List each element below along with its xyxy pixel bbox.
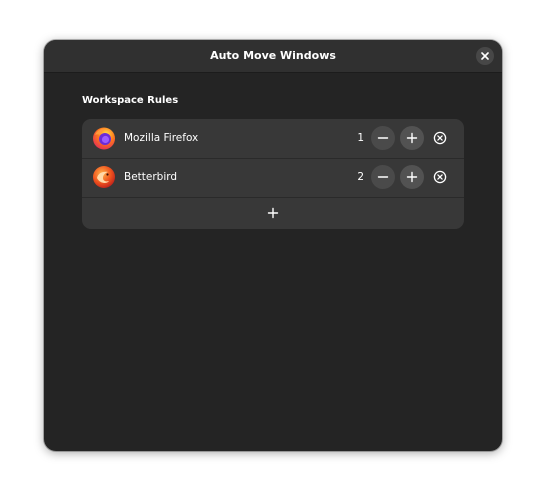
remove-circle-icon [433, 170, 447, 184]
close-icon [481, 52, 489, 60]
minus-icon [377, 137, 389, 139]
workspace-rules-list: Mozilla Firefox 1 Betterbird 2 [82, 119, 464, 229]
plus-icon [406, 171, 418, 183]
workspace-number: 2 [357, 171, 364, 183]
add-icon [267, 207, 279, 219]
minus-icon [377, 176, 389, 178]
remove-rule-button[interactable] [432, 169, 448, 185]
rule-row-firefox: Mozilla Firefox 1 [82, 119, 464, 159]
close-button[interactable] [476, 47, 494, 65]
remove-rule-button[interactable] [432, 130, 448, 146]
plus-icon [406, 132, 418, 144]
window-title: Auto Move Windows [210, 49, 336, 62]
betterbird-icon [93, 166, 115, 188]
decrement-workspace-button[interactable] [371, 165, 395, 189]
rule-row-betterbird: Betterbird 2 [82, 158, 464, 198]
workspace-number: 1 [357, 132, 364, 144]
increment-workspace-button[interactable] [400, 165, 424, 189]
remove-circle-icon [433, 131, 447, 145]
add-rule-button[interactable] [82, 197, 464, 229]
firefox-icon [93, 127, 115, 150]
app-name: Mozilla Firefox [124, 132, 199, 144]
increment-workspace-button[interactable] [400, 126, 424, 150]
app-name: Betterbird [124, 171, 178, 183]
title-bar: Auto Move Windows [44, 40, 502, 73]
section-title: Workspace Rules [82, 95, 179, 106]
preferences-window: Auto Move Windows Workspace Rules Mozill… [44, 40, 502, 451]
decrement-workspace-button[interactable] [371, 126, 395, 150]
